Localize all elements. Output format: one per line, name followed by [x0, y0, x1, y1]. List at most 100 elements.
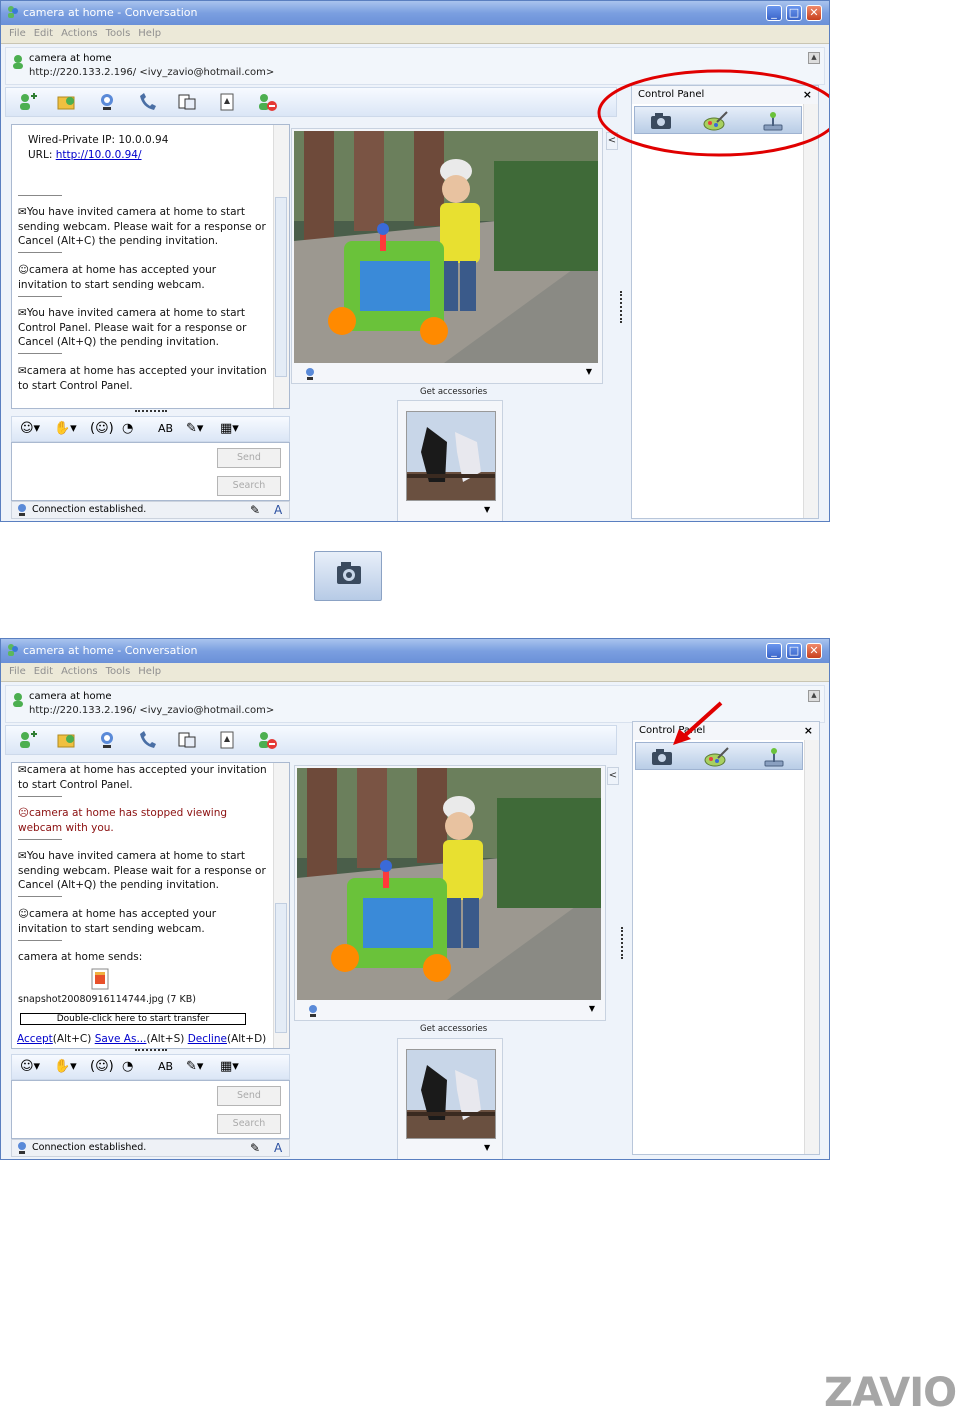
font-icon[interactable]: AB: [158, 422, 173, 436]
url-link[interactable]: http://10.0.0.94/: [56, 149, 142, 161]
title-bar[interactable]: camera at home - Conversation _ □ ✕: [1, 639, 829, 663]
menu-actions[interactable]: Actions: [61, 663, 98, 681]
close-button[interactable]: ✕: [806, 5, 822, 21]
chat-history[interactable]: ✉camera at home has accepted your invita…: [11, 762, 290, 1049]
send-files-icon[interactable]: [56, 92, 78, 112]
transfer-hint-box[interactable]: Double-click here to start transfer: [20, 1013, 246, 1025]
pane-splitter[interactable]: [620, 291, 624, 323]
messenger-icon: [8, 6, 18, 18]
wink-icon[interactable]: ✋▾: [54, 1060, 77, 1074]
separator: [18, 195, 62, 196]
emoticon-icon[interactable]: ☺▾: [20, 1060, 40, 1074]
message-input[interactable]: Send Search: [11, 442, 290, 501]
scrollbar-thumb[interactable]: [275, 903, 287, 1033]
title-bar[interactable]: camera at home - Conversation _ □ ✕: [1, 1, 829, 25]
font-icon[interactable]: AB: [158, 1060, 173, 1074]
control-panel-scrollbar[interactable]: [803, 104, 818, 518]
menu-edit[interactable]: Edit: [34, 25, 53, 43]
resize-grip[interactable]: [135, 410, 167, 414]
chat-scrollbar[interactable]: [273, 763, 289, 1048]
menu-file[interactable]: File: [9, 25, 26, 43]
menu-tools[interactable]: Tools: [106, 25, 131, 43]
webcam-menu-arrow[interactable]: ▼: [586, 367, 592, 376]
menu-help[interactable]: Help: [138, 25, 161, 43]
collapse-header-button[interactable]: ▲: [808, 52, 820, 64]
menu-file[interactable]: File: [9, 663, 26, 681]
send-button[interactable]: Send: [217, 448, 281, 468]
get-accessories-label[interactable]: Get accessories: [420, 387, 487, 397]
collapse-header-button[interactable]: ▲: [808, 690, 820, 702]
phone-icon[interactable]: [136, 730, 158, 750]
control-panel-scrollbar[interactable]: [804, 740, 819, 1154]
wink-icon[interactable]: ✋▾: [54, 422, 77, 436]
snapshot-camera-icon[interactable]: [648, 746, 676, 768]
control-panel-close-icon[interactable]: ×: [804, 724, 813, 737]
chat-scrollbar[interactable]: [273, 125, 289, 408]
collapse-panel-button[interactable]: <: [607, 767, 619, 785]
background-icon[interactable]: ▦▾: [220, 422, 239, 436]
invite-contact-icon[interactable]: [16, 730, 38, 750]
block-contact-icon[interactable]: [256, 730, 278, 750]
games-icon[interactable]: [216, 92, 238, 112]
send-files-icon[interactable]: [56, 730, 78, 750]
voice-clip-icon[interactable]: ◔: [122, 422, 133, 436]
emoticon-icon[interactable]: ☺▾: [20, 422, 40, 436]
pen-icon[interactable]: ✎: [250, 503, 260, 517]
color-icon[interactable]: ✎▾: [186, 422, 203, 436]
maximize-button[interactable]: □: [786, 643, 802, 659]
message-input[interactable]: Send Search: [11, 1080, 290, 1139]
chat-history[interactable]: Wired-Private IP: 10.0.0.94 URL: http://…: [11, 124, 290, 409]
save-as-link[interactable]: Save As...: [95, 1033, 147, 1045]
activities-icon[interactable]: [176, 92, 198, 112]
contact-address: http://220.133.2.196/ <ivy_zavio@hotmail…: [29, 705, 275, 716]
webcam-view[interactable]: ▼: [291, 128, 603, 384]
nudge-icon[interactable]: (☺): [90, 422, 114, 436]
menu-actions[interactable]: Actions: [61, 25, 98, 43]
webcam-icon[interactable]: [96, 92, 118, 112]
activities-icon[interactable]: [176, 730, 198, 750]
ptz-joystick-icon[interactable]: [760, 746, 788, 768]
maximize-button[interactable]: □: [786, 5, 802, 21]
nudge-icon[interactable]: (☺): [90, 1060, 114, 1074]
invite-contact-icon[interactable]: [16, 92, 38, 112]
picture-menu-arrow[interactable]: ▼: [484, 1143, 490, 1152]
menu-edit[interactable]: Edit: [34, 663, 53, 681]
webcam-control-icon[interactable]: [307, 1004, 319, 1018]
display-picture[interactable]: ▼: [397, 1038, 503, 1159]
webcam-control-icon[interactable]: [304, 367, 316, 381]
search-button[interactable]: Search: [217, 1114, 281, 1134]
close-button[interactable]: ✕: [806, 643, 822, 659]
color-icon[interactable]: ✎▾: [186, 1060, 203, 1074]
minimize-button[interactable]: _: [766, 643, 782, 659]
picture-menu-arrow[interactable]: ▼: [484, 505, 490, 514]
get-accessories-label[interactable]: Get accessories: [420, 1024, 487, 1034]
snapshot-button-enlarged[interactable]: [314, 551, 382, 601]
decline-link[interactable]: Decline: [188, 1033, 227, 1045]
webcam-icon[interactable]: [96, 730, 118, 750]
phone-icon[interactable]: [136, 92, 158, 112]
pane-splitter[interactable]: [621, 927, 625, 959]
games-icon[interactable]: [216, 730, 238, 750]
text-mode-icon[interactable]: A: [274, 1141, 282, 1155]
accept-link[interactable]: Accept: [17, 1033, 53, 1045]
block-contact-icon[interactable]: [256, 92, 278, 112]
pen-icon[interactable]: ✎: [250, 1141, 260, 1155]
display-picture[interactable]: ▼: [397, 400, 503, 521]
resize-grip[interactable]: [135, 1049, 167, 1053]
file-icon[interactable]: [90, 968, 110, 990]
separator: [18, 796, 62, 797]
webcam-view[interactable]: ▼: [294, 765, 606, 1021]
webcam-image: [297, 768, 601, 1000]
webcam-menu-arrow[interactable]: ▼: [589, 1004, 595, 1013]
scrollbar-thumb[interactable]: [275, 197, 287, 377]
background-icon[interactable]: ▦▾: [220, 1060, 239, 1074]
voice-clip-icon[interactable]: ◔: [122, 1060, 133, 1074]
image-settings-icon[interactable]: [702, 746, 730, 768]
search-button[interactable]: Search: [217, 476, 281, 496]
avatar-image: [406, 1049, 496, 1139]
text-mode-icon[interactable]: A: [274, 503, 282, 517]
menu-help[interactable]: Help: [138, 663, 161, 681]
send-button[interactable]: Send: [217, 1086, 281, 1106]
menu-tools[interactable]: Tools: [106, 663, 131, 681]
minimize-button[interactable]: _: [766, 5, 782, 21]
